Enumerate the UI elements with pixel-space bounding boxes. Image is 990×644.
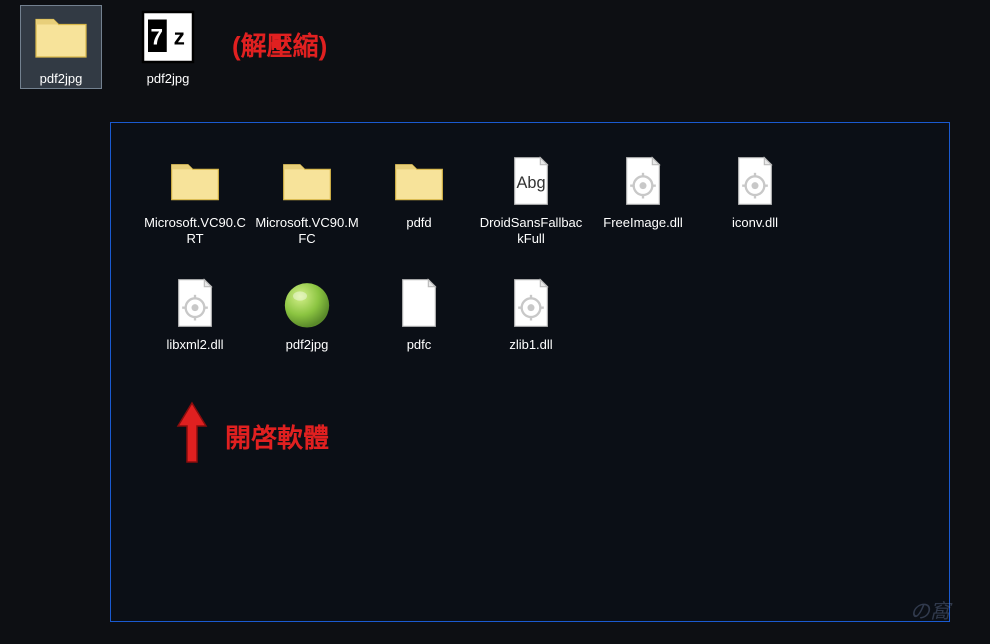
file-item-iconv[interactable]: iconv.dll: [699, 151, 811, 273]
folder-icon: [167, 153, 223, 209]
file-item-pdf2jpg-app[interactable]: pdf2jpg: [251, 273, 363, 395]
file-label: libxml2.dll: [139, 337, 251, 353]
file-label: Microsoft.VC90.CRT: [139, 215, 251, 248]
desktop-item-7z-pdf2jpg[interactable]: 7 z pdf2jpg: [127, 5, 209, 89]
file-label: pdf2jpg: [251, 337, 363, 353]
dll-file-icon: [615, 153, 671, 209]
desktop-item-label: pdf2jpg: [22, 71, 100, 87]
font-file-icon: Abg: [503, 153, 559, 209]
folder-icon: [279, 153, 335, 209]
watermark: の窩: [910, 595, 950, 624]
file-item-pdfc[interactable]: pdfc: [363, 273, 475, 395]
file-label: Microsoft.VC90.MFC: [251, 215, 363, 248]
file-label: zlib1.dll: [475, 337, 587, 353]
dll-file-icon: [727, 153, 783, 209]
dll-file-icon: [503, 275, 559, 331]
dll-file-icon: [167, 275, 223, 331]
folder-item-vc90mfc[interactable]: Microsoft.VC90.MFC: [251, 151, 363, 273]
file-item-droidsans[interactable]: Abg DroidSansFallbackFull: [475, 151, 587, 273]
folder-item-pdfd[interactable]: pdfd: [363, 151, 475, 273]
file-item-libxml2[interactable]: libxml2.dll: [139, 273, 251, 395]
svg-text:z: z: [174, 25, 185, 50]
file-label: pdfd: [363, 215, 475, 231]
app-icon: [279, 275, 335, 331]
annotation-arrow-icon: [172, 400, 212, 470]
7z-archive-icon: 7 z: [138, 7, 198, 67]
folder-icon: [31, 7, 91, 67]
file-item-zlib1[interactable]: zlib1.dll: [475, 273, 587, 395]
file-label: iconv.dll: [699, 215, 811, 231]
file-label: DroidSansFallbackFull: [475, 215, 587, 248]
desktop-item-folder-pdf2jpg[interactable]: pdf2jpg: [20, 5, 102, 89]
blank-file-icon: [391, 275, 447, 331]
file-grid: Microsoft.VC90.CRT Microsoft.VC90.MFC pd…: [139, 151, 921, 395]
svg-text:Abg: Abg: [516, 174, 545, 192]
annotation-extract: (解壓縮): [232, 26, 327, 63]
folder-icon: [391, 153, 447, 209]
folder-item-vc90crt[interactable]: Microsoft.VC90.CRT: [139, 151, 251, 273]
file-label: FreeImage.dll: [587, 215, 699, 231]
svg-text:7: 7: [150, 25, 163, 50]
annotation-open: 開啓軟體: [225, 418, 329, 455]
desktop-area: pdf2jpg 7 z pdf2jpg: [0, 0, 990, 94]
file-item-freeimage[interactable]: FreeImage.dll: [587, 151, 699, 273]
folder-contents-window: Microsoft.VC90.CRT Microsoft.VC90.MFC pd…: [110, 122, 950, 622]
desktop-item-label: pdf2jpg: [129, 71, 207, 87]
file-label: pdfc: [363, 337, 475, 353]
